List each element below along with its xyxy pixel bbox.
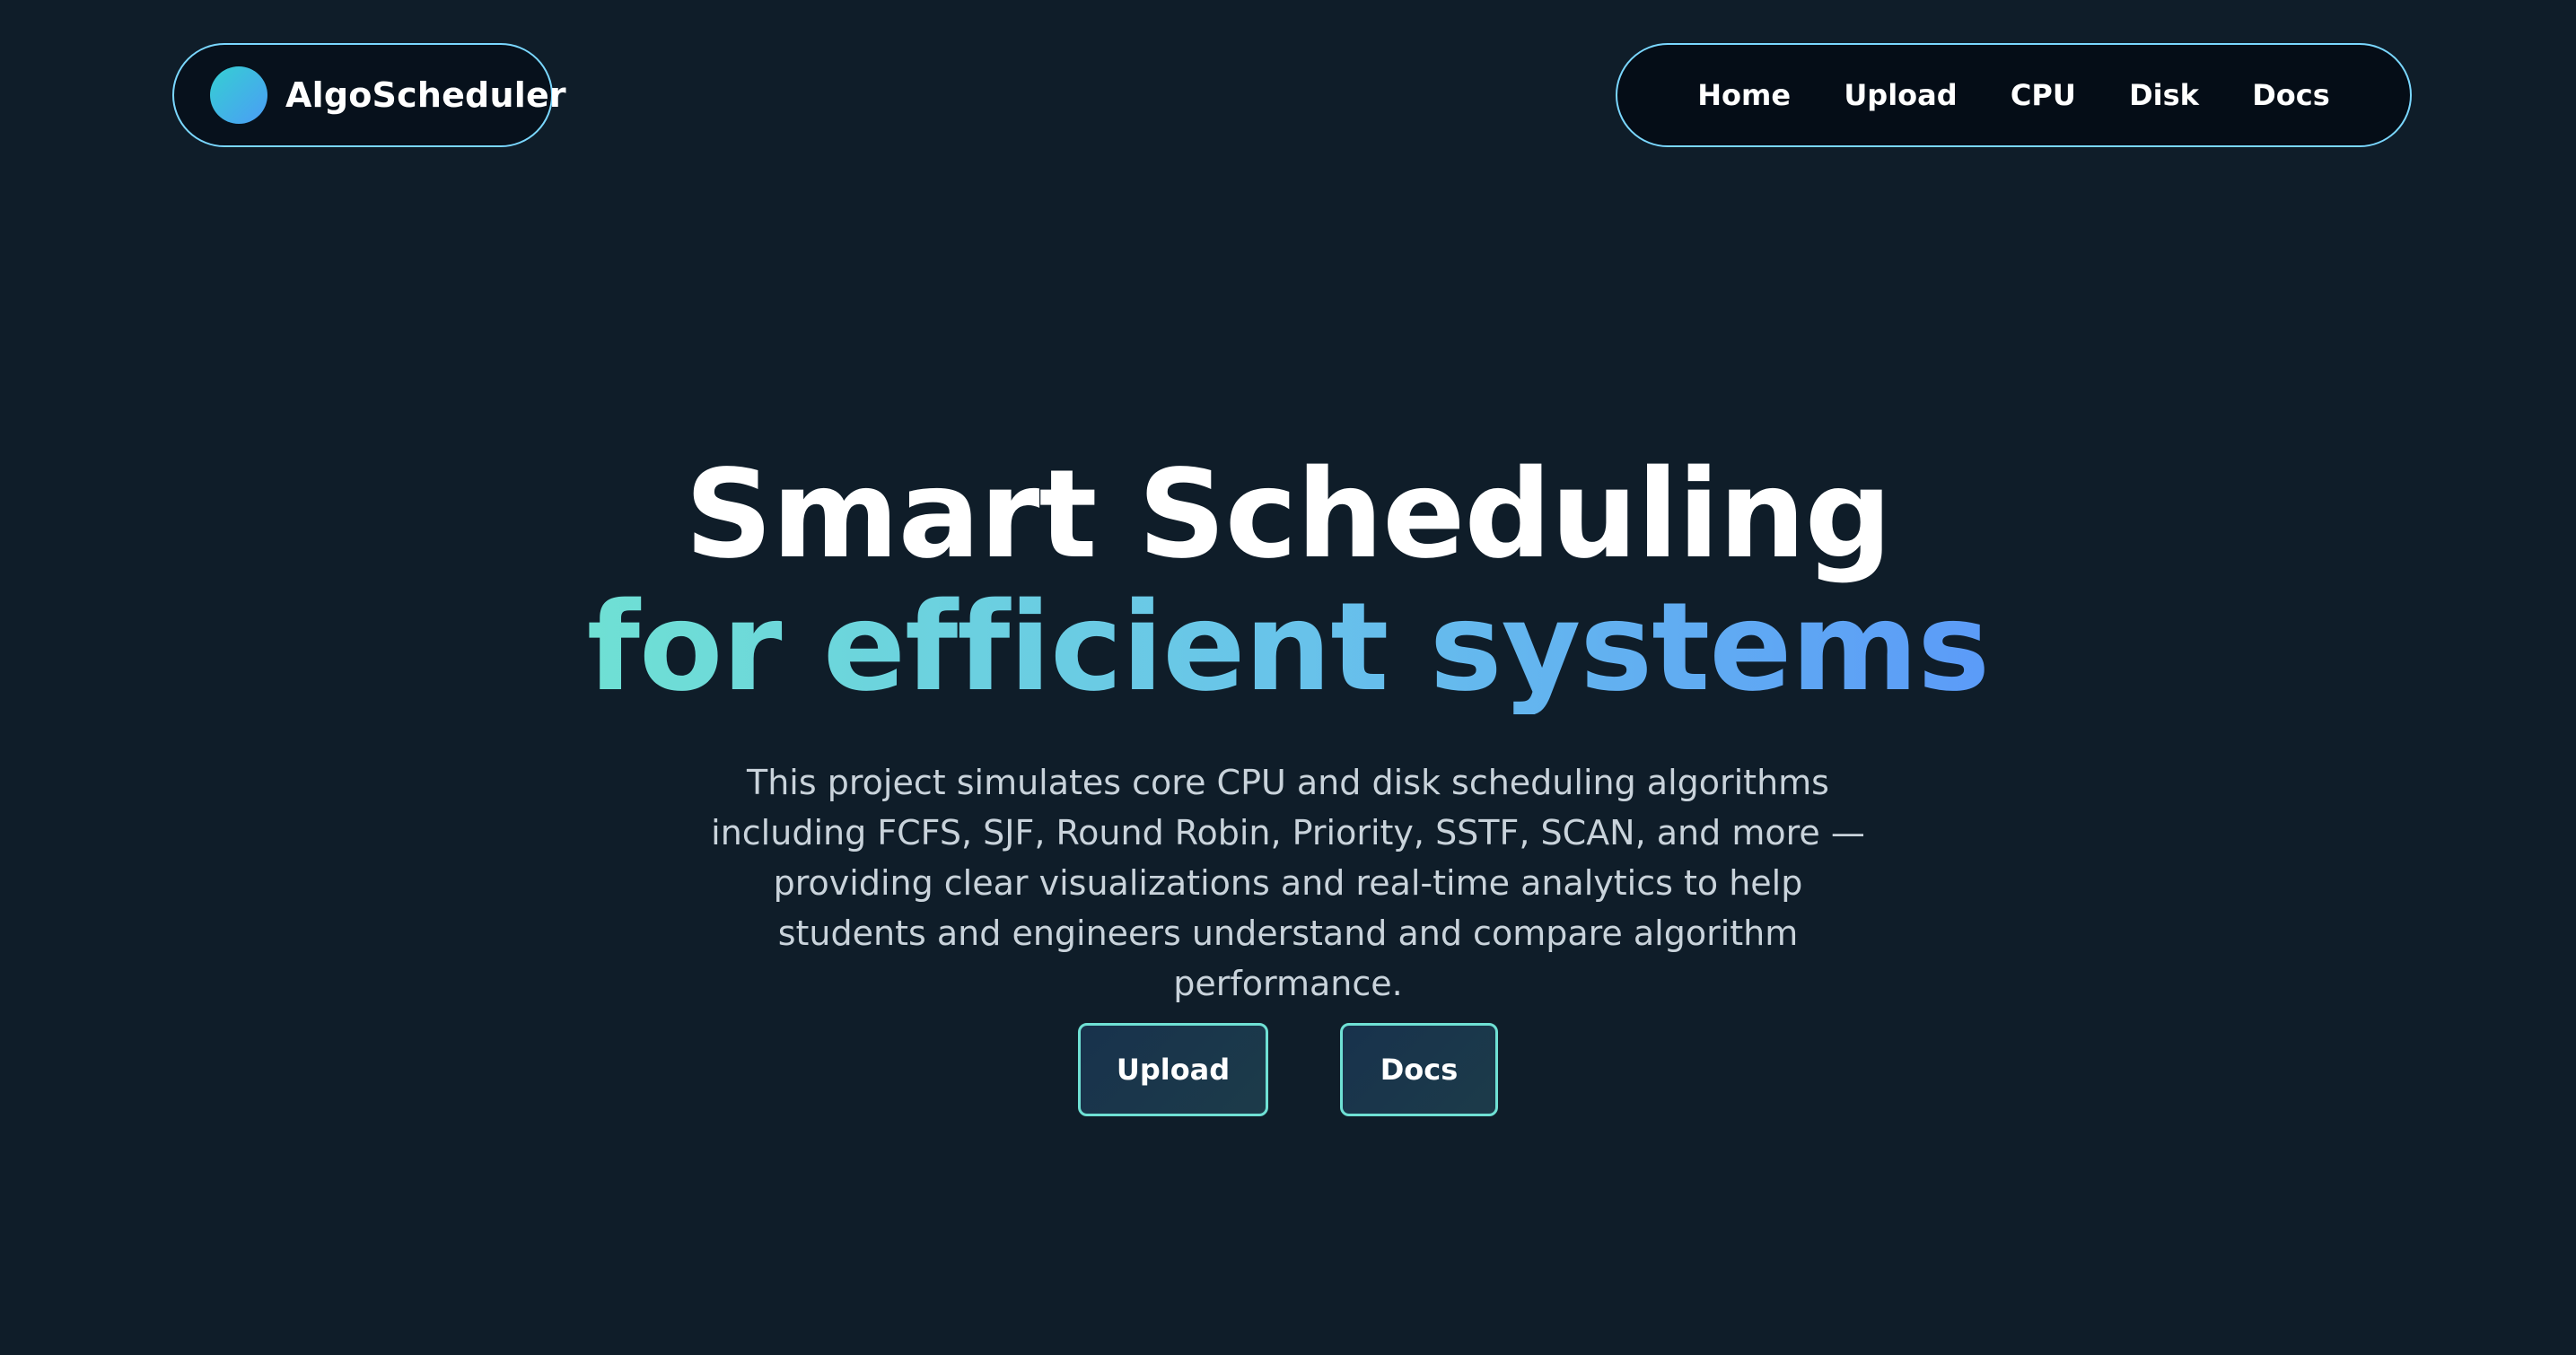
brand-pill[interactable]: AlgoScheduler [172,43,566,147]
top-nav: Home Upload CPU Disk Docs [1616,43,2412,147]
hero-section: Smart Scheduling for efficient systems T… [0,449,2576,1009]
hero-subtitle-gradient: for efficient systems [586,577,1990,719]
nav-cpu[interactable]: CPU [2011,78,2076,112]
nav-disk[interactable]: Disk [2129,78,2199,112]
brand-name: AlgoScheduler [285,75,566,115]
upload-button[interactable]: Upload [1078,1023,1268,1116]
nav-docs[interactable]: Docs [2252,78,2330,112]
nav-home[interactable]: Home [1697,78,1791,112]
hero-actions: Upload Docs [0,1023,2576,1116]
hero-description: This project simulates core CPU and disk… [711,763,1865,1003]
docs-button[interactable]: Docs [1340,1023,1498,1116]
nav-upload[interactable]: Upload [1844,78,1957,112]
hero-title: Smart Scheduling [684,444,1892,586]
logo-icon [210,66,267,124]
